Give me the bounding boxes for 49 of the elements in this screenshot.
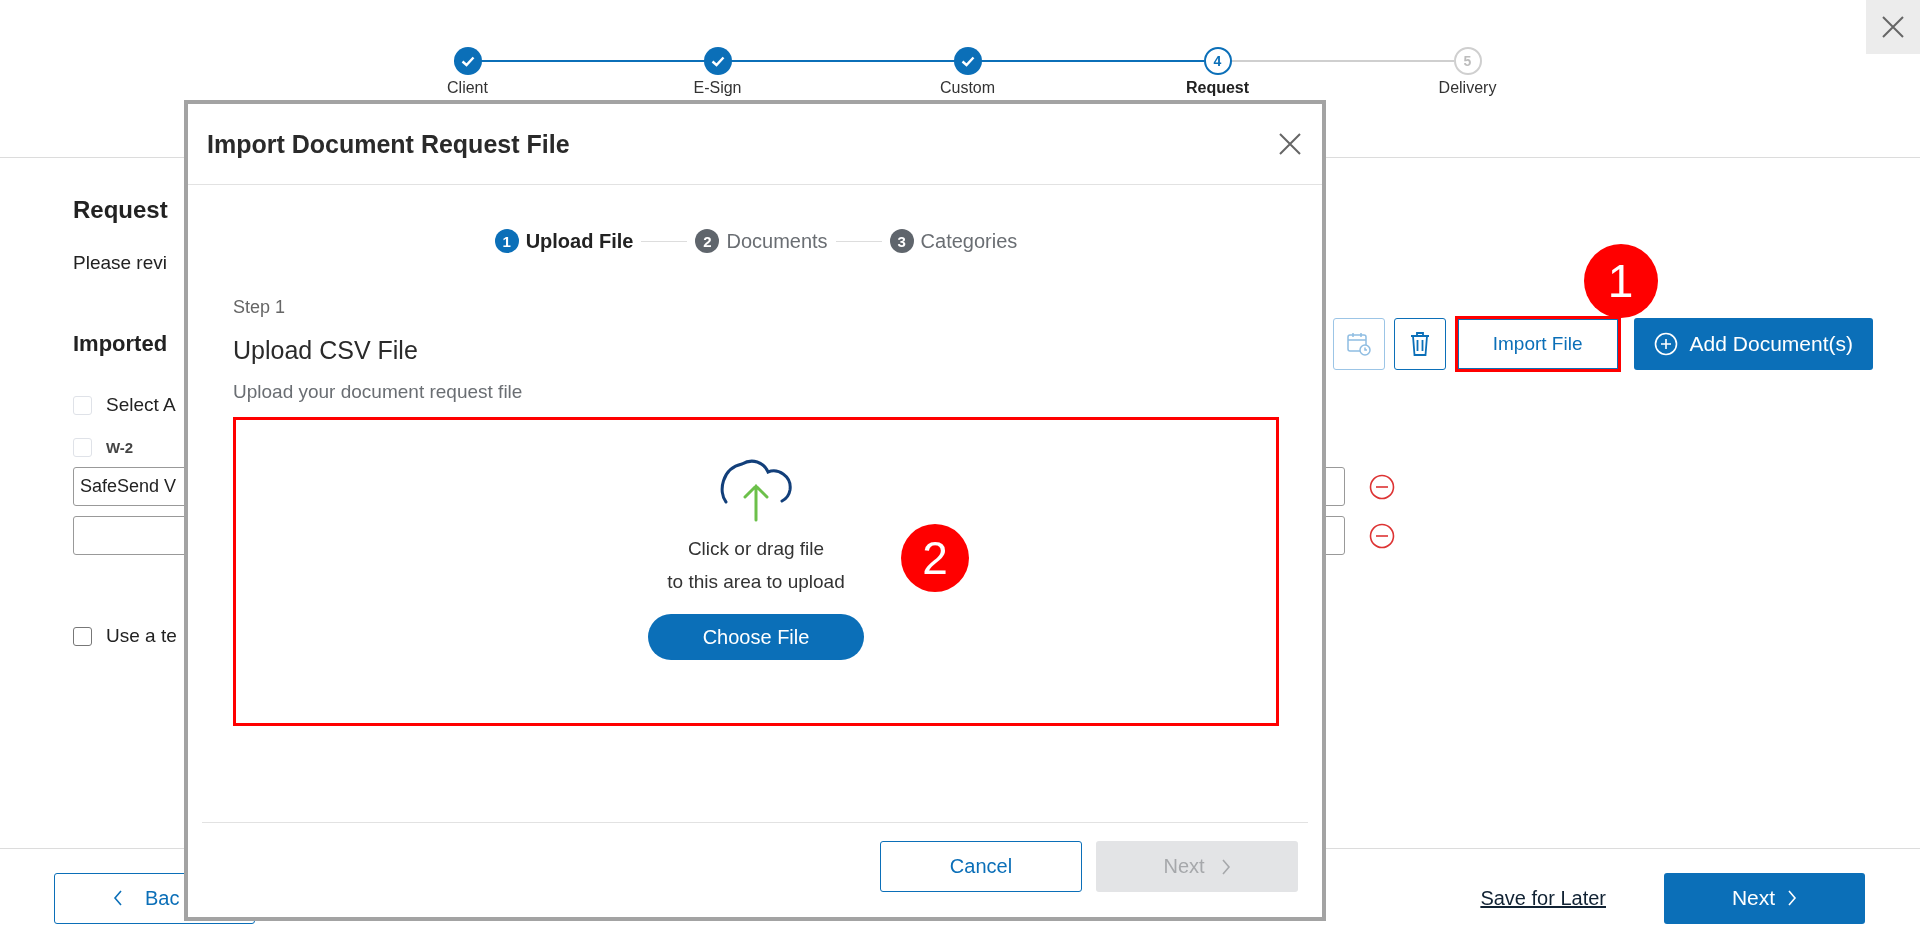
drop-zone[interactable]: Click or drag file to this area to upload Choose File 2	[233, 417, 1279, 726]
check-icon	[460, 55, 475, 67]
step-label[interactable]: Documents	[726, 229, 828, 253]
next-button[interactable]: Next	[1664, 872, 1865, 924]
step-label: Custom	[939, 79, 996, 97]
step-number-badge: 1	[494, 229, 519, 253]
step-label: E-Sign	[693, 79, 742, 97]
add-documents-button[interactable]: Add Document(s)	[1633, 318, 1873, 370]
page-description: Please revi	[73, 252, 168, 274]
cancel-button[interactable]: Cancel	[880, 841, 1082, 892]
calendar-clock-icon	[1345, 331, 1372, 357]
step-label[interactable]: Categories	[920, 229, 1018, 253]
chevron-right-icon	[1220, 858, 1231, 875]
choose-file-button[interactable]: Choose File	[648, 614, 864, 660]
checkbox-label: Use a te	[106, 625, 177, 647]
trash-button[interactable]	[1393, 318, 1446, 370]
check-icon	[960, 55, 975, 67]
step-label: Client	[447, 79, 488, 97]
step-label: Delivery	[1438, 79, 1497, 97]
page-title: Request	[73, 196, 169, 224]
save-for-later-link[interactable]: Save for Later	[1480, 886, 1606, 910]
step-label[interactable]: Upload File	[525, 229, 634, 253]
callout-badge: 1	[1583, 244, 1658, 318]
check-icon	[710, 55, 725, 67]
remove-icon[interactable]	[1369, 522, 1395, 549]
plus-circle-icon	[1653, 332, 1678, 356]
step-number-badge: 2	[695, 229, 720, 253]
remove-icon[interactable]	[1369, 473, 1395, 500]
drop-instructions: Click or drag file to this area to upload	[667, 537, 845, 594]
section-heading: Upload CSV File	[233, 336, 419, 365]
chevron-right-icon	[1787, 890, 1798, 906]
import-file-button[interactable]: Import File	[1457, 319, 1618, 369]
step-number-badge: 3	[889, 229, 914, 253]
dialog-title: Import Document Request File	[207, 129, 570, 159]
checkbox-label: Select A	[106, 394, 176, 416]
chevron-left-icon	[113, 890, 123, 906]
step-indicator: 5	[1453, 47, 1482, 75]
section-title: Imported	[73, 331, 168, 357]
section-subtitle: Upload your document request file	[233, 381, 524, 403]
close-button[interactable]	[1866, 0, 1920, 54]
checkbox[interactable]	[73, 626, 92, 646]
callout-badge: 2	[901, 524, 969, 592]
trash-icon	[1408, 331, 1431, 357]
step-caption: Step 1	[233, 297, 287, 318]
step-indicator: 4	[1203, 47, 1232, 75]
document-label: W-2	[106, 439, 134, 456]
step-label: Request	[1185, 79, 1250, 97]
close-icon	[1882, 16, 1904, 38]
close-icon	[1278, 132, 1302, 156]
